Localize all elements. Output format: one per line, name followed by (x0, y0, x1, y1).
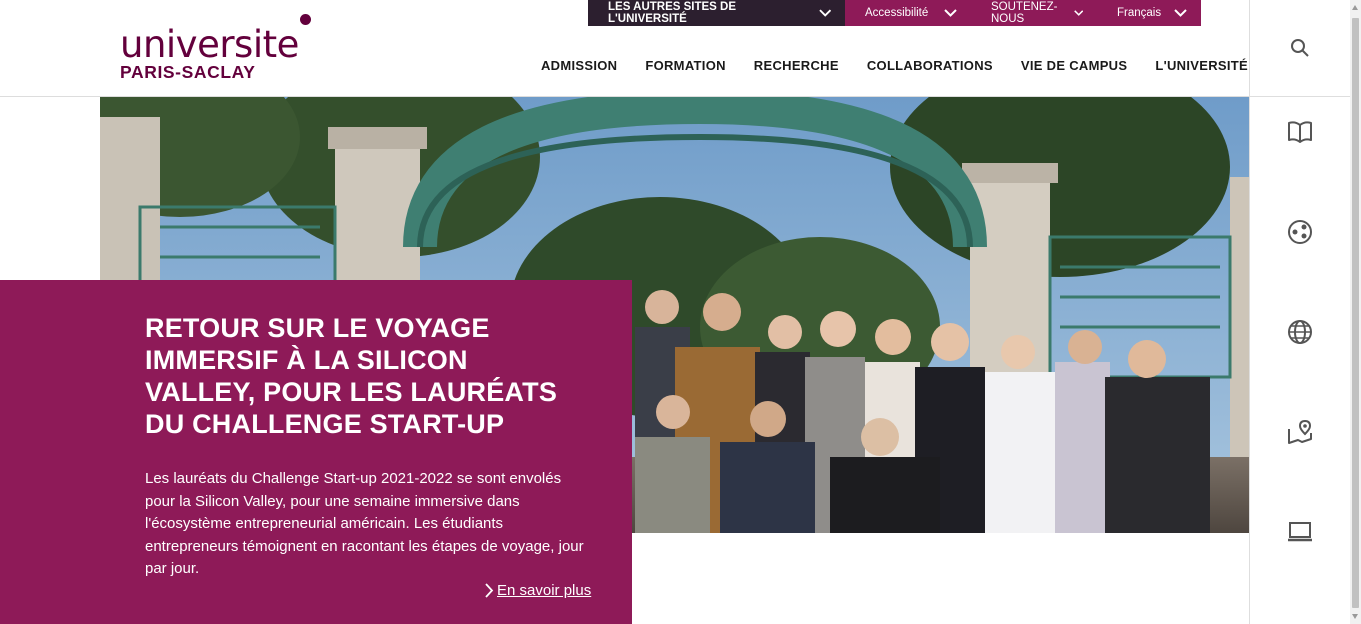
international-shortcut[interactable] (1250, 282, 1350, 382)
scroll-up-arrow-icon[interactable] (1352, 5, 1358, 10)
main-navigation: ADMISSION FORMATION RECHERCHE COLLABORAT… (541, 58, 1248, 73)
other-sites-dropdown[interactable]: LES AUTRES SITES DE L'UNIVERSITÉ (588, 0, 845, 26)
chevron-down-icon (818, 9, 831, 17)
laptop-icon (1288, 522, 1312, 542)
digital-services-shortcut[interactable] (1250, 482, 1350, 582)
site-logo[interactable]: universite PARIS-SACLAY (120, 14, 320, 86)
nav-item-vie-de-campus[interactable]: VIE DE CAMPUS (1021, 58, 1127, 73)
other-sites-label: LES AUTRES SITES DE L'UNIVERSITÉ (608, 1, 737, 25)
support-dropdown[interactable]: SOUTENEZ-NOUS (971, 0, 1097, 26)
scroll-down-arrow-icon[interactable] (1352, 614, 1358, 619)
support-label: SOUTENEZ-NOUS (991, 1, 1058, 25)
scrollbar-thumb[interactable] (1352, 18, 1359, 608)
nav-item-admission[interactable]: ADMISSION (541, 58, 617, 73)
map-pin-icon (1288, 419, 1312, 444)
read-more-link[interactable]: En savoir plus (484, 582, 591, 599)
research-shortcut[interactable] (1250, 182, 1350, 282)
read-more-label: En savoir plus (497, 582, 592, 599)
nav-item-formation[interactable]: FORMATION (645, 58, 725, 73)
chevron-down-icon (1174, 9, 1187, 17)
utility-bar: LES AUTRES SITES DE L'UNIVERSITÉ Accessi… (588, 0, 1201, 26)
accessibility-label: Accessibilité (865, 7, 929, 19)
featured-article-card: RETOUR SUR LE VOYAGE IMMERSIF À LA SILIC… (0, 280, 632, 624)
featured-article-title: RETOUR SUR LE VOYAGE IMMERSIF À LA SILIC… (145, 313, 558, 439)
language-label: Français (1117, 7, 1162, 19)
accessibility-dropdown[interactable]: Accessibilité (845, 0, 971, 26)
book-icon (1288, 121, 1312, 143)
featured-article-summary: Les lauréats du Challenge Start-up 2021-… (145, 470, 584, 577)
globe-icon (1288, 320, 1312, 344)
page-scrollbar[interactable] (1350, 0, 1361, 624)
chevron-down-icon (944, 9, 957, 17)
nav-item-collaborations[interactable]: COLLABORATIONS (867, 58, 993, 73)
logo-dot (300, 14, 311, 25)
campus-map-shortcut[interactable] (1250, 382, 1350, 482)
language-dropdown[interactable]: Français (1097, 0, 1201, 26)
formation-shortcut[interactable] (1250, 82, 1350, 182)
chevron-down-icon (1073, 10, 1083, 16)
quick-access-sidebar (1249, 0, 1350, 624)
nav-item-recherche[interactable]: RECHERCHE (754, 58, 839, 73)
nav-item-universite[interactable]: L'UNIVERSITÉ (1155, 58, 1248, 73)
chevron-right-icon (485, 583, 494, 598)
logo-subtitle: PARIS-SACLAY (120, 62, 256, 82)
logo-wordmark: universite (120, 23, 299, 66)
search-icon (1291, 39, 1309, 57)
research-icon (1288, 220, 1312, 244)
